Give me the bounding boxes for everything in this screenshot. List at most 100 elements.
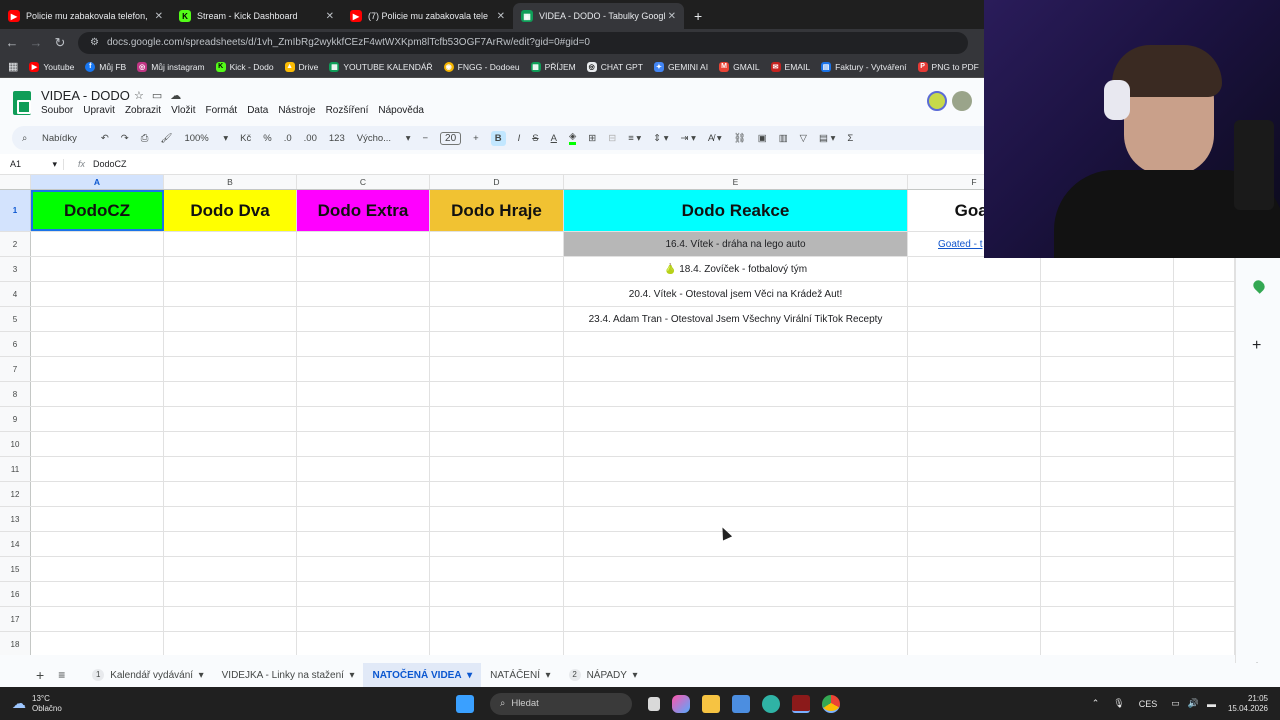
avatar[interactable] [952,91,972,111]
settings-icon[interactable] [732,694,750,713]
document-title[interactable]: VIDEA - DODO [41,88,130,103]
cell[interactable] [1174,607,1235,631]
sheets-logo-icon[interactable] [13,91,31,115]
cell[interactable] [164,482,297,506]
new-tab-button[interactable]: + [684,3,712,29]
filter-views-icon[interactable]: ▤ ▾ [819,133,835,144]
task-view-icon[interactable] [648,696,660,711]
cell[interactable] [164,557,297,581]
cell[interactable] [564,557,908,581]
vertical-align-icon[interactable]: ⇕ ▾ [653,133,668,144]
cell[interactable] [1174,482,1235,506]
bookmark-item[interactable]: ▤ Faktury - Vytváření [821,61,907,72]
cell[interactable] [908,307,1041,331]
cell-a1[interactable]: DodoCZ [31,190,164,231]
sheet-tab[interactable]: 2 NÁPADY ▾ [560,663,647,687]
cell[interactable] [1174,457,1235,481]
cell[interactable] [31,632,164,655]
url-input[interactable]: ⚙ docs.google.com/spreadsheets/d/1vh_ZmIb… [78,31,968,54]
bookmark-item[interactable]: K Kick - Dodo [215,61,274,72]
cell[interactable] [297,282,430,306]
cell[interactable] [31,532,164,556]
close-icon[interactable]: ✕ [326,11,334,22]
cell[interactable] [297,232,430,256]
cell-e3[interactable]: 🍐 18.4. Zovíček - fotbalový tým [564,257,908,281]
cell[interactable] [1174,507,1235,531]
cell-d1[interactable]: Dodo Hraje [430,190,564,231]
cell[interactable] [564,632,908,655]
font-size-input[interactable]: 20 [440,131,462,145]
bookmark-item[interactable]: P PNG to PDF [917,61,979,72]
cell[interactable] [430,482,564,506]
copilot-icon[interactable] [672,694,690,713]
cell[interactable] [31,432,164,456]
functions-button[interactable]: Σ [847,133,853,144]
cell[interactable] [31,232,164,256]
cell-e1[interactable]: Dodo Reakce [564,190,908,231]
sheet-tab[interactable]: 1 Kalendář vydávání ▾ [83,663,212,687]
cell[interactable] [164,632,297,655]
cell[interactable] [430,632,564,655]
cell[interactable] [1041,357,1174,381]
row-header[interactable]: 4 [0,282,31,306]
cell[interactable] [297,332,430,356]
browser-tab-3[interactable]: ▶ (7) Policie mu zabakovala tele ✕ [342,3,513,29]
cell[interactable] [430,357,564,381]
cell[interactable] [564,357,908,381]
cell[interactable] [564,482,908,506]
more-formats-button[interactable]: 123 [329,133,345,144]
cell[interactable] [297,532,430,556]
wrap-icon[interactable]: ⇥ ▾ [681,133,696,144]
cell[interactable] [430,532,564,556]
cell[interactable] [1041,382,1174,406]
cloud-status-icon[interactable]: ☁ [170,90,189,102]
cell[interactable] [164,257,297,281]
formula-input[interactable]: DodoCZ [93,159,127,169]
cell[interactable] [908,582,1041,606]
cell[interactable] [31,382,164,406]
cell[interactable] [430,257,564,281]
windows-start-icon[interactable] [456,694,474,713]
close-icon[interactable]: ✕ [497,11,505,22]
cell[interactable] [164,407,297,431]
menu-view[interactable]: Zobrazit [125,105,161,116]
cell-e2[interactable]: 16.4. Vítek - dráha na lego auto [564,232,908,256]
row-header[interactable]: 3 [0,257,31,281]
cell[interactable] [1041,407,1174,431]
menu-edit[interactable]: Upravit [83,105,115,116]
cell[interactable] [297,557,430,581]
merge-cells-icon[interactable]: ⊟ [608,133,616,144]
sheet-tab[interactable]: NATÁČENÍ ▾ [481,663,559,687]
cell[interactable] [1174,282,1235,306]
cell[interactable] [164,307,297,331]
bold-button[interactable]: B [490,130,506,146]
cell[interactable] [1041,557,1174,581]
cell[interactable] [297,307,430,331]
column-header-b[interactable]: B [164,175,297,189]
cell[interactable] [1174,357,1235,381]
cell[interactable] [1174,632,1235,655]
bookmark-item[interactable]: f Můj FB [85,61,126,72]
paint-format-icon[interactable]: 🖌 [160,133,172,144]
cell[interactable] [1174,557,1235,581]
bookmark-item[interactable]: ▲ Drive [284,61,318,72]
decrease-font-icon[interactable]: − [422,133,428,144]
cell[interactable] [564,457,908,481]
reload-icon[interactable]: ↻ [48,35,72,51]
cell[interactable] [564,507,908,531]
bookmark-item[interactable]: ◎ Můj instagram [137,61,205,72]
filter-icon[interactable]: ▽ [800,133,807,144]
comment-icon[interactable]: ▣ [758,133,767,144]
cell[interactable] [164,507,297,531]
decrease-decimals-button[interactable]: .0 [284,133,292,144]
row-header[interactable]: 8 [0,382,31,406]
add-icon[interactable]: + [1252,337,1261,355]
cell[interactable] [31,457,164,481]
row-header[interactable]: 16 [0,582,31,606]
back-icon[interactable]: ← [0,35,24,50]
menu-extensions[interactable]: Rozšíření [326,105,369,116]
cell[interactable] [297,607,430,631]
cell[interactable] [164,532,297,556]
cell[interactable] [31,282,164,306]
bookmark-item[interactable]: ▦ YOUTUBE KALENDÁŘ [329,61,433,72]
